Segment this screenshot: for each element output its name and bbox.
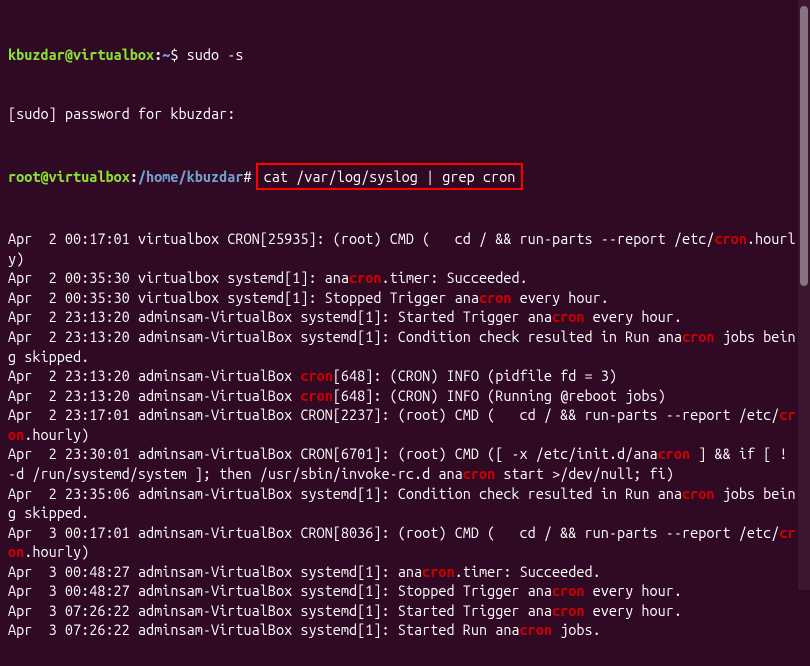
terminal-output[interactable]: kbuzdar@virtualbox:~$ sudo -s [sudo] pas… — [0, 0, 810, 666]
log-line: Apr 2 23:13:20 adminsam-VirtualBox cron[… — [8, 386, 802, 406]
grep-match: cron — [714, 230, 746, 247]
log-line: Apr 3 00:17:01 adminsam-VirtualBox CRON[… — [8, 523, 802, 562]
log-output: Apr 2 00:17:01 virtualbox CRON[25935]: (… — [8, 229, 802, 640]
prompt-host: virtualbox — [73, 46, 154, 63]
log-line: Apr 2 23:13:20 adminsam-VirtualBox cron[… — [8, 366, 802, 386]
grep-match: cron — [300, 387, 332, 404]
log-line: Apr 2 00:35:30 virtualbox systemd[1]: an… — [8, 268, 802, 288]
log-line: Apr 3 07:26:22 adminsam-VirtualBox syste… — [8, 601, 802, 621]
log-line: Apr 2 00:17:01 virtualbox CRON[25935]: (… — [8, 229, 802, 268]
prompt2-at: @ — [40, 168, 48, 185]
prompt2-user: root — [8, 168, 40, 185]
grep-match: cron — [552, 602, 584, 619]
grep-match: cron — [552, 308, 584, 325]
log-line: Apr 2 23:13:20 adminsam-VirtualBox syste… — [8, 307, 802, 327]
grep-match: cron — [520, 621, 552, 638]
log-line: Apr 2 23:17:01 adminsam-VirtualBox CRON[… — [8, 405, 802, 444]
prompt-command: sudo -s — [179, 46, 244, 63]
grep-match: cron — [300, 367, 332, 384]
prompt-user: kbuzdar — [8, 46, 65, 63]
log-line: Apr 3 00:48:27 adminsam-VirtualBox syste… — [8, 581, 802, 601]
scrollbar-vertical[interactable] — [798, 0, 810, 590]
prompt2-colon: : — [130, 168, 138, 185]
grep-match: cron — [349, 269, 381, 286]
prompt2-host: virtualbox — [49, 168, 130, 185]
log-line: Apr 3 00:48:27 adminsam-VirtualBox syste… — [8, 562, 802, 582]
prompt-line-1: kbuzdar@virtualbox:~$ sudo -s — [8, 45, 802, 65]
prompt-symbol: $ — [170, 46, 178, 63]
log-line: Apr 2 23:30:01 adminsam-VirtualBox CRON[… — [8, 444, 802, 483]
scrollbar-thumb[interactable] — [800, 6, 808, 286]
prompt2-path: /home/kbuzdar — [138, 168, 244, 185]
log-line: Apr 2 00:35:30 virtualbox systemd[1]: St… — [8, 288, 802, 308]
prompt2-command: cat /var/log/syslog | grep cron — [264, 168, 516, 185]
grep-match: cron — [658, 445, 690, 462]
grep-match: cron — [552, 582, 584, 599]
log-line: Apr 2 23:35:06 adminsam-VirtualBox syste… — [8, 484, 802, 523]
grep-match: cron — [463, 465, 495, 482]
grep-match: cron — [682, 328, 714, 345]
prompt2-symbol: # — [244, 168, 252, 185]
prompt-at: @ — [65, 46, 73, 63]
grep-match: cron — [479, 289, 511, 306]
grep-match: cron — [422, 563, 454, 580]
log-line: Apr 2 23:13:20 adminsam-VirtualBox syste… — [8, 327, 802, 366]
sudo-password-line: [sudo] password for kbuzdar: — [8, 104, 802, 124]
log-line: Apr 3 07:26:22 adminsam-VirtualBox syste… — [8, 620, 802, 640]
command-highlight-box: cat /var/log/syslog | grep cron — [256, 163, 524, 191]
grep-match: cron — [682, 485, 714, 502]
prompt-line-2: root@virtualbox:/home/kbuzdar# cat /var/l… — [8, 163, 802, 191]
